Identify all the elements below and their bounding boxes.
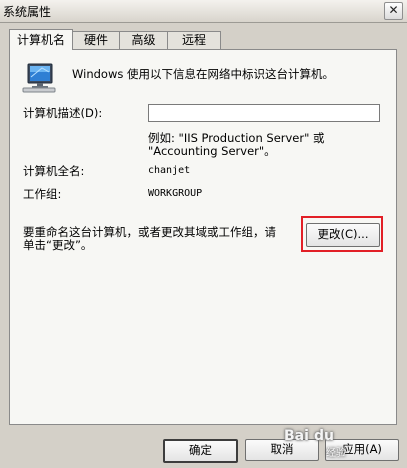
workgroup-label: 工作组: xyxy=(23,187,62,201)
close-icon: ✕ xyxy=(388,3,399,17)
tab-panel-computer-name: Windows 使用以下信息在网络中标识这台计算机。 计算机描述(D): 例如:… xyxy=(9,49,397,425)
description-label: 计算机描述(D): xyxy=(23,106,103,120)
full-name-value: chanjet xyxy=(148,165,191,176)
ok-button[interactable]: 确定 xyxy=(163,439,238,463)
computer-description-input[interactable] xyxy=(148,104,380,122)
title-bar: 系统属性 ✕ xyxy=(0,0,407,23)
tab-hardware[interactable]: 硬件 xyxy=(72,31,120,49)
computer-monitor-icon xyxy=(22,63,56,93)
intro-text: Windows 使用以下信息在网络中标识这台计算机。 xyxy=(72,67,334,81)
tab-remote[interactable]: 远程 xyxy=(167,31,221,49)
workgroup-value: WORKGROUP xyxy=(148,188,203,199)
example-text-line2: "Accounting Server"。 xyxy=(148,144,276,158)
change-button[interactable]: 更改(C)... xyxy=(306,223,380,247)
rename-hint-line2: 单击“更改”。 xyxy=(23,238,93,252)
tab-computer-name[interactable]: 计算机名 xyxy=(9,29,73,50)
apply-button[interactable]: 应用(A) xyxy=(325,439,399,461)
cancel-button[interactable]: 取消 xyxy=(245,439,319,461)
tab-advanced[interactable]: 高级 xyxy=(119,31,168,49)
close-button[interactable]: ✕ xyxy=(384,2,403,20)
window-title: 系统属性 xyxy=(3,5,52,19)
full-name-label: 计算机全名: xyxy=(23,164,85,178)
